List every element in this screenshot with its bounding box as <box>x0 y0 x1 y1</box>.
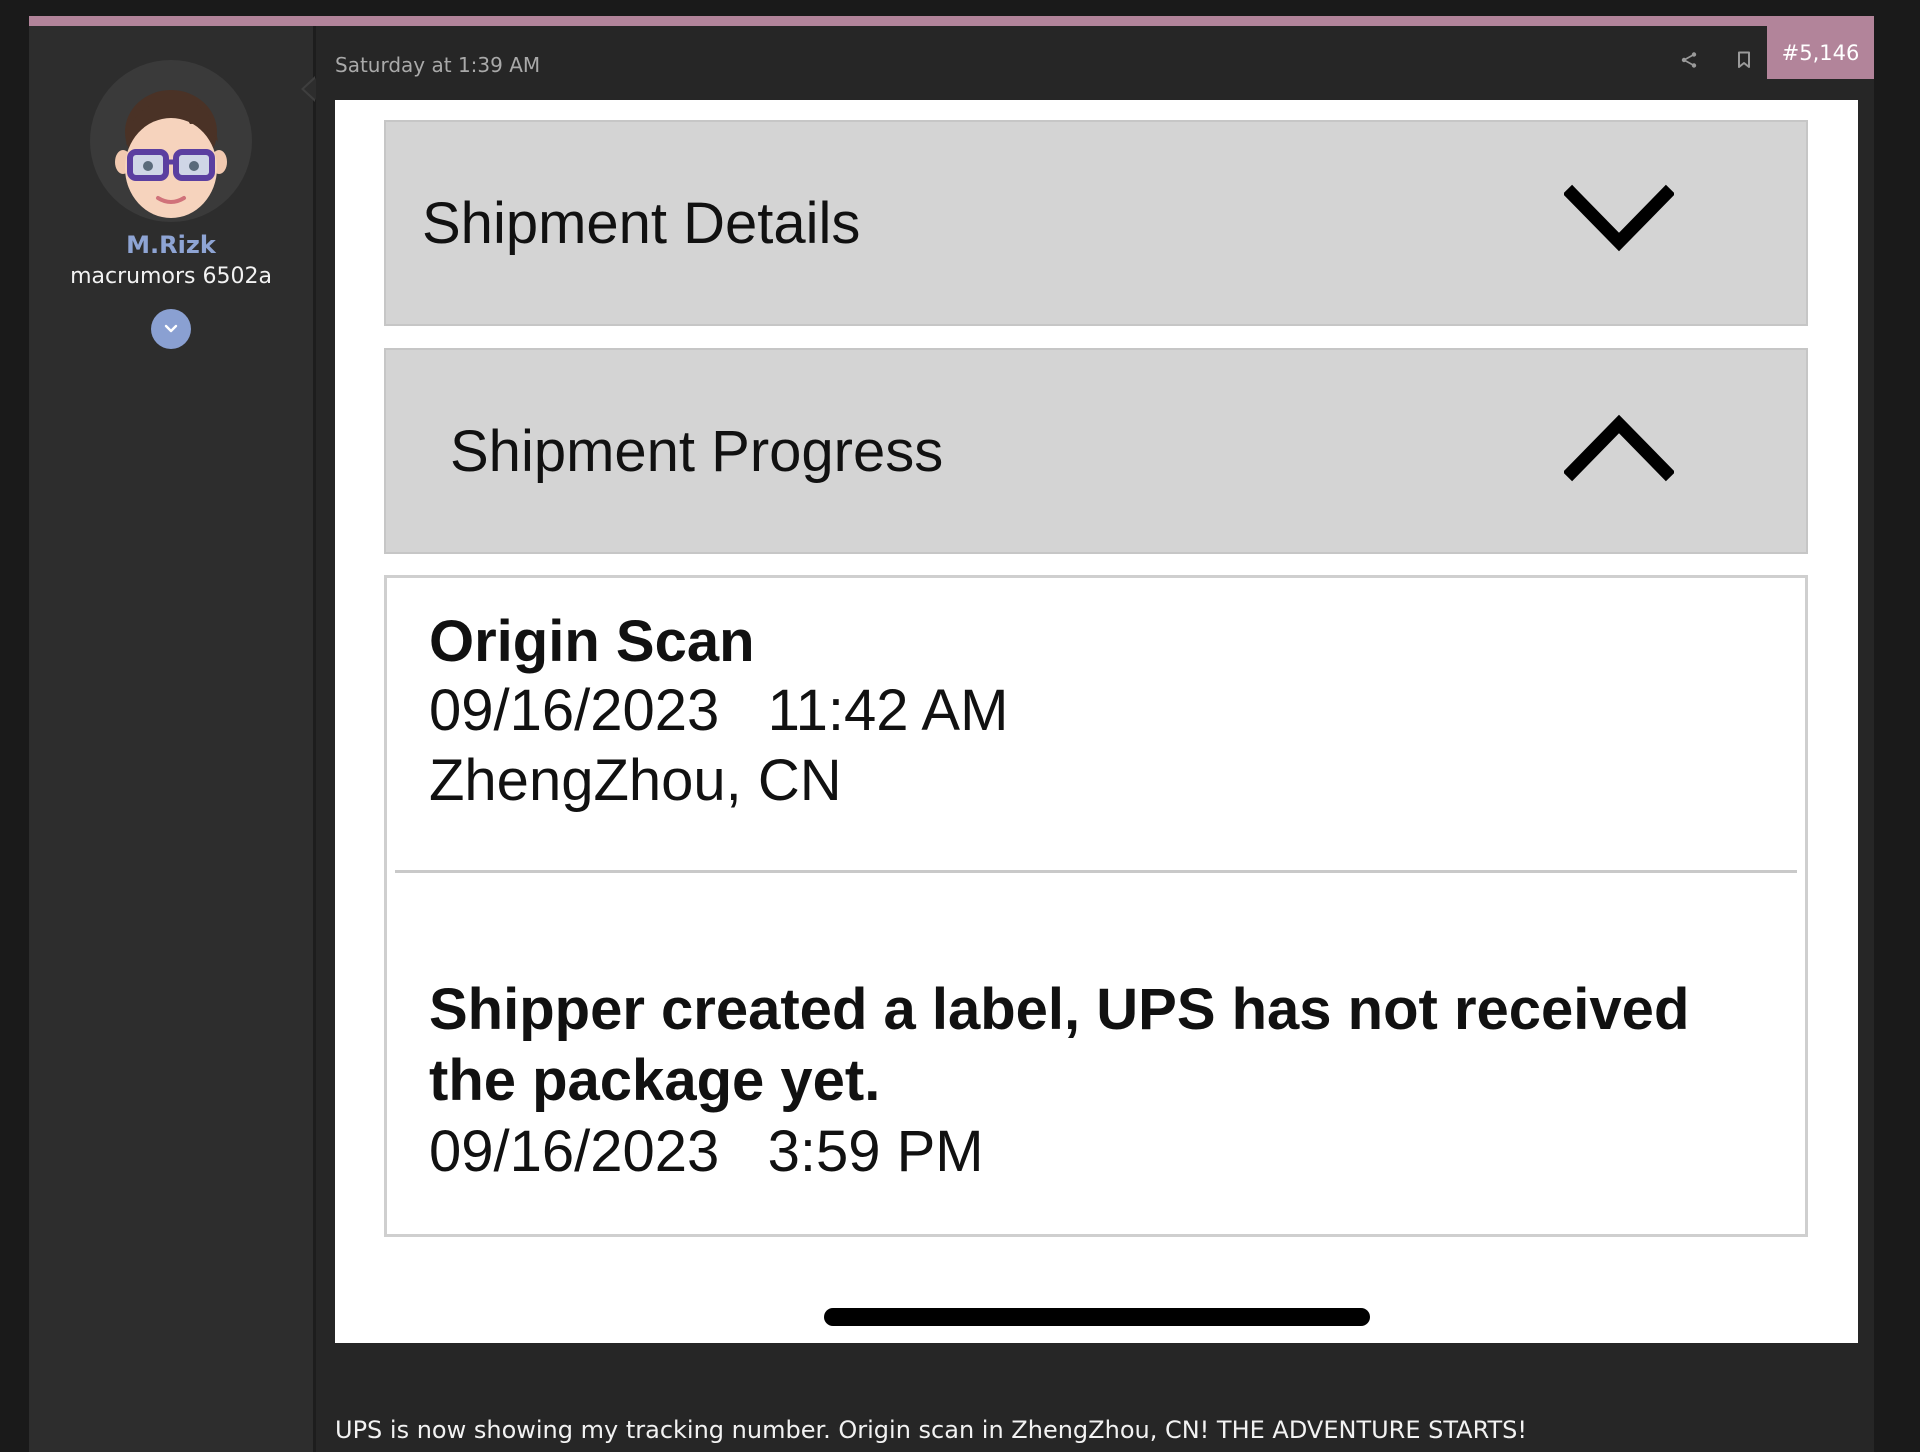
user-info-panel: M.Rizk macrumors 6502a <box>29 26 316 1452</box>
bookmark-icon[interactable] <box>1728 44 1760 76</box>
post-body-text: UPS is now showing my tracking number. O… <box>335 1416 1528 1444</box>
event-datetime: 09/16/2023 3:59 PM <box>429 1119 984 1184</box>
chevron-down-icon <box>164 324 178 333</box>
attached-screenshot[interactable]: Shipment Details Shipment Progress Origi… <box>335 100 1858 1343</box>
shipment-details-section[interactable]: Shipment Details <box>384 120 1808 326</box>
event-heading: Origin Scan <box>429 609 755 674</box>
shipment-details-title: Shipment Details <box>422 191 861 256</box>
event-heading: Shipper created a label, UPS has not rec… <box>429 977 1690 1042</box>
forum-post: M.Rizk macrumors 6502a Saturday at 1:39 … <box>29 16 1874 1452</box>
post-number-link[interactable]: #5,146 <box>1767 26 1874 79</box>
event-location: ZhengZhou, CN <box>429 748 842 813</box>
shipment-progress-section[interactable]: Shipment Progress <box>384 348 1808 554</box>
divider <box>395 870 1797 873</box>
avatar[interactable] <box>90 60 252 222</box>
user-title: macrumors 6502a <box>70 264 272 289</box>
event-heading-continued: the package yet. <box>429 1048 881 1113</box>
shipment-progress-list: Origin Scan 09/16/2023 11:42 AM ZhengZho… <box>384 575 1808 1237</box>
shipment-progress-title: Shipment Progress <box>450 419 944 484</box>
home-indicator <box>824 1308 1370 1326</box>
username-link[interactable]: M.Rizk <box>29 231 313 259</box>
event-datetime: 09/16/2023 11:42 AM <box>429 678 1009 743</box>
post-timestamp[interactable]: Saturday at 1:39 AM <box>335 53 540 77</box>
chevron-down-icon <box>1564 184 1674 252</box>
share-icon[interactable] <box>1673 44 1705 76</box>
expand-user-info-button[interactable] <box>151 309 191 349</box>
chevron-up-icon <box>1564 414 1674 482</box>
